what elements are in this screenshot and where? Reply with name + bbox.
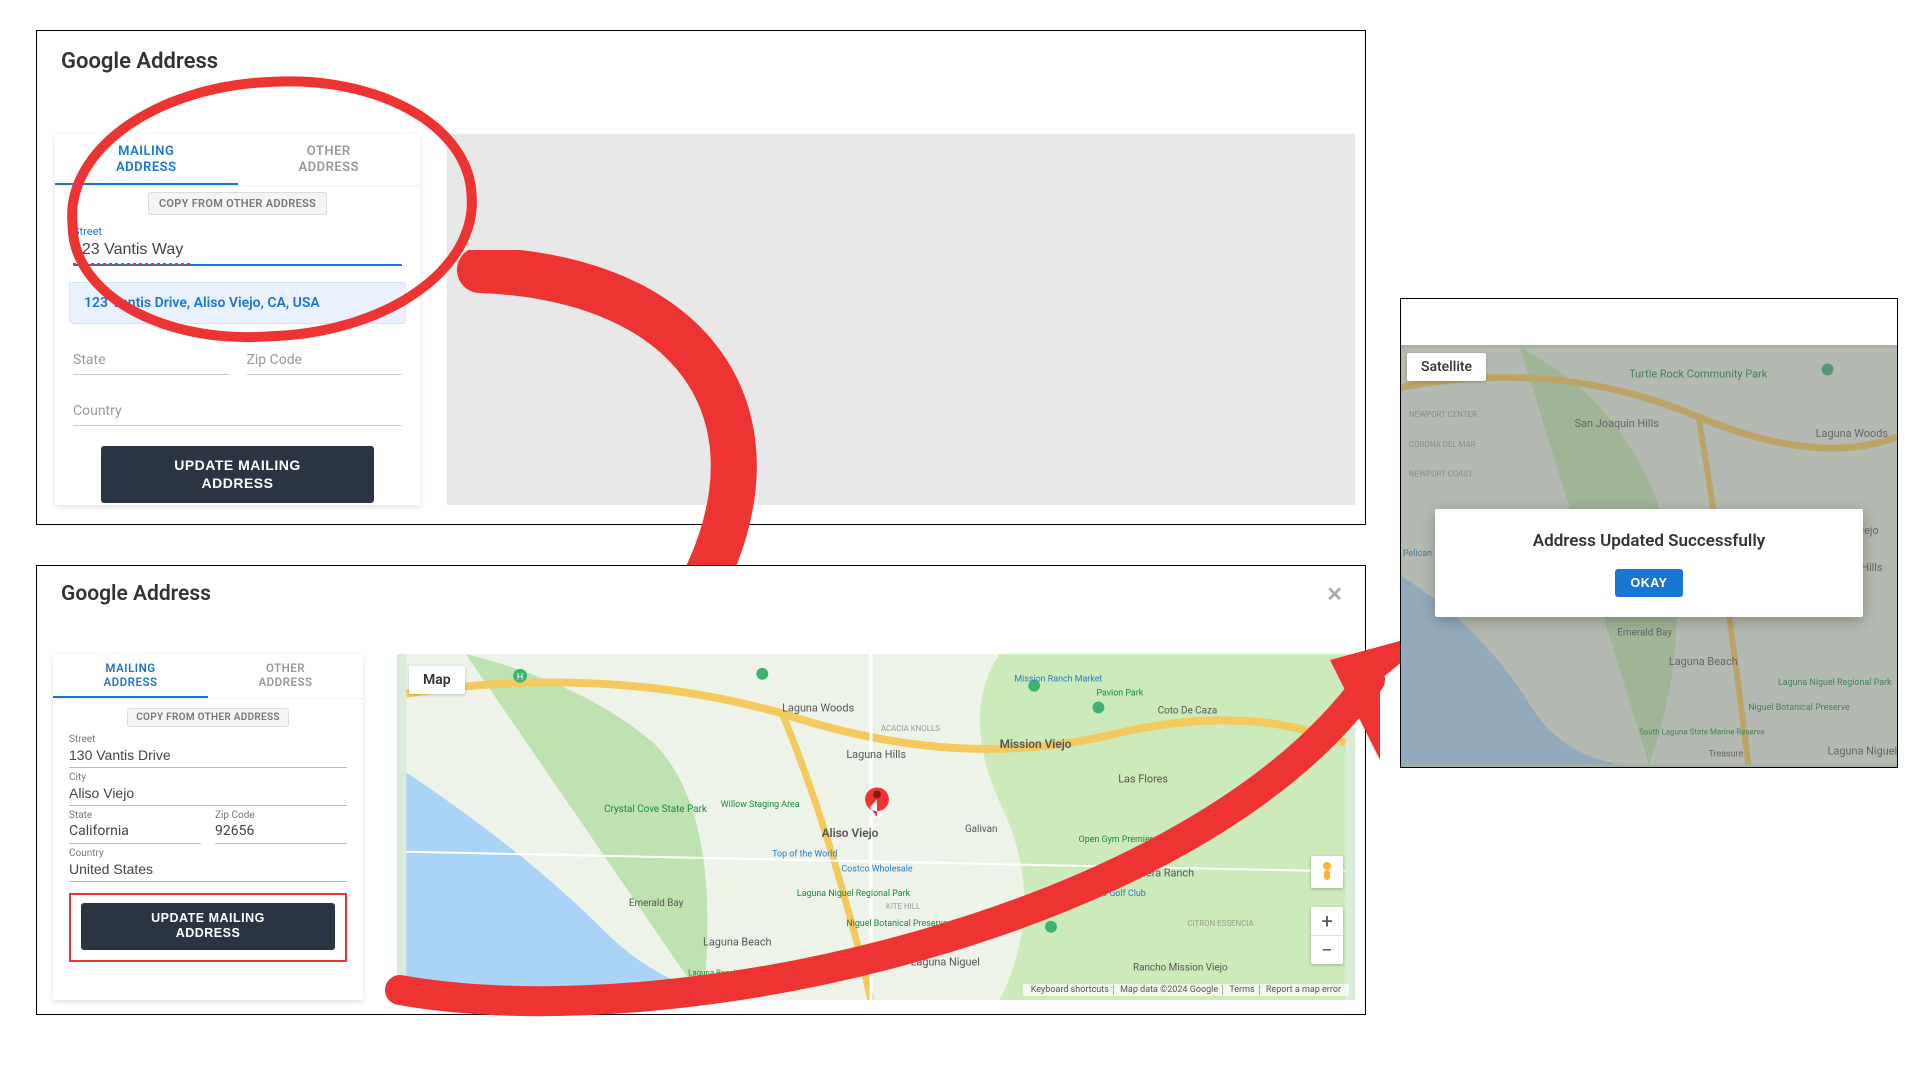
- annotation-highlight-box: UPDATE MAILING ADDRESS: [69, 893, 347, 962]
- country-field[interactable]: Country: [73, 403, 402, 426]
- modal-title: Address Updated Successfully: [1455, 531, 1843, 551]
- country-field: Country: [53, 845, 363, 883]
- svg-text:Laguna Beach State Marine Rese: Laguna Beach State Marine Reserve: [688, 968, 814, 977]
- svg-text:Pavion Park: Pavion Park: [1096, 689, 1143, 699]
- svg-text:Laguna Beach: Laguna Beach: [703, 936, 772, 949]
- okay-button[interactable]: OKAY: [1615, 569, 1684, 597]
- zoom-in-button[interactable]: +: [1311, 907, 1343, 935]
- street-label: Street: [69, 734, 347, 745]
- tab-other-address[interactable]: OTHER ADDRESS: [238, 134, 421, 185]
- svg-text:H: H: [517, 673, 523, 683]
- svg-text:Laguna Hills: Laguna Hills: [846, 748, 906, 761]
- update-mailing-address-button[interactable]: UPDATE MAILING ADDRESS: [101, 446, 374, 502]
- street-input[interactable]: [69, 745, 347, 768]
- map-data-text: Map data ©2024 Google: [1116, 985, 1223, 995]
- report-error-link[interactable]: Report a map error: [1262, 985, 1345, 995]
- satellite-button[interactable]: Satellite: [1407, 353, 1486, 381]
- update-mailing-address-button[interactable]: UPDATE MAILING ADDRESS: [81, 903, 335, 950]
- address-tabs: MAILING ADDRESS OTHER ADDRESS: [53, 654, 363, 699]
- country-input[interactable]: [69, 859, 347, 882]
- city-field: City: [53, 769, 363, 807]
- street-field: Street: [55, 219, 420, 268]
- map-placeholder: [447, 134, 1355, 505]
- address-editor-panel-step2: Google Address ✕ H: [36, 565, 1366, 1015]
- address-editor-panel-step1: Google Address MAILING ADDRESS OTHER ADD…: [36, 30, 1366, 525]
- address-tabs: MAILING ADDRESS OTHER ADDRESS: [55, 134, 420, 186]
- panel-title: Google Address: [37, 31, 1365, 88]
- svg-text:Niguel Botanical Preserve: Niguel Botanical Preserve: [846, 919, 947, 929]
- state-input[interactable]: California: [69, 821, 201, 844]
- state-label: State: [69, 810, 201, 821]
- autocomplete-suggestion[interactable]: 123 Vantis Drive, Aliso Viejo, CA, USA: [69, 282, 406, 324]
- tab-mailing-address[interactable]: MAILING ADDRESS: [53, 654, 208, 698]
- tab-mailing-address[interactable]: MAILING ADDRESS: [55, 134, 238, 185]
- copy-from-other-button[interactable]: COPY FROM OTHER ADDRESS: [127, 708, 289, 727]
- svg-text:Crystal Cove State Park: Crystal Cove State Park: [604, 804, 707, 815]
- map-type-button[interactable]: Map: [409, 666, 465, 694]
- svg-text:Emerald Bay: Emerald Bay: [629, 898, 684, 909]
- copy-from-other-button[interactable]: COPY FROM OTHER ADDRESS: [148, 192, 327, 215]
- svg-text:Coto De Caza: Coto De Caza: [1158, 705, 1218, 716]
- close-icon[interactable]: ✕: [1326, 582, 1343, 606]
- terms-link[interactable]: Terms: [1225, 985, 1259, 995]
- zip-input[interactable]: 92656: [215, 821, 347, 844]
- svg-text:Arroyo Trabuco Golf Club: Arroyo Trabuco Golf Club: [1047, 889, 1146, 899]
- tab-other-address[interactable]: OTHER ADDRESS: [208, 654, 363, 698]
- state-label: State: [73, 352, 229, 375]
- zoom-out-button[interactable]: −: [1311, 935, 1343, 964]
- svg-text:Top of the World: Top of the World: [772, 850, 837, 860]
- state-field[interactable]: State: [73, 352, 229, 375]
- street-label: Street: [73, 225, 402, 238]
- street-field: Street: [53, 731, 363, 769]
- success-modal-panel: Turtle Rock Community Park San Joaquin H…: [1400, 298, 1898, 768]
- google-logo: Google: [405, 981, 448, 996]
- zip-label: Zip Code: [215, 810, 347, 821]
- state-field: State California: [69, 810, 201, 844]
- panel-header-blank: [1401, 299, 1897, 345]
- svg-text:Rancho Mission Viejo: Rancho Mission Viejo: [1133, 962, 1228, 973]
- map-attribution: Keyboard shortcuts Map data ©2024 Google…: [1023, 984, 1349, 996]
- street-input[interactable]: [73, 238, 402, 266]
- svg-text:Laguna Niguel: Laguna Niguel: [911, 955, 980, 968]
- map-canvas: H Laguna Woods Laguna Hills Aliso Viejo …: [397, 654, 1355, 1000]
- zip-field[interactable]: Zip Code: [247, 352, 403, 375]
- zip-field: Zip Code 92656: [215, 810, 347, 844]
- city-label: City: [69, 772, 347, 783]
- svg-text:Las Flores: Las Flores: [1118, 773, 1168, 786]
- streetview-pegman[interactable]: [1311, 856, 1343, 888]
- svg-text:Galivan: Galivan: [965, 824, 997, 835]
- zip-label: Zip Code: [247, 352, 403, 375]
- svg-text:Laguna Niguel Regional Park: Laguna Niguel Regional Park: [797, 889, 911, 899]
- country-label: Country: [69, 848, 347, 859]
- svg-text:Mission Viejo: Mission Viejo: [1000, 737, 1072, 751]
- address-form-card: MAILING ADDRESS OTHER ADDRESS COPY FROM …: [53, 654, 363, 1000]
- country-label: Country: [73, 403, 402, 426]
- svg-text:Costco Wholesale: Costco Wholesale: [841, 864, 912, 874]
- panel-title: Google Address ✕: [37, 566, 1365, 618]
- svg-text:ACACIA KNOLLS: ACACIA KNOLLS: [881, 724, 940, 733]
- spellcheck-squiggle: [73, 263, 193, 265]
- svg-text:KITE HILL: KITE HILL: [886, 902, 921, 911]
- address-form-card: MAILING ADDRESS OTHER ADDRESS COPY FROM …: [55, 134, 420, 505]
- map-view[interactable]: H Laguna Woods Laguna Hills Aliso Viejo …: [397, 654, 1355, 1000]
- svg-text:Laguna Woods: Laguna Woods: [782, 701, 854, 714]
- svg-text:Willow Staging Area: Willow Staging Area: [721, 800, 800, 810]
- svg-text:CITRON ESSENCIA: CITRON ESSENCIA: [1187, 919, 1254, 928]
- success-modal: Address Updated Successfully OKAY: [1435, 509, 1863, 617]
- city-input[interactable]: [69, 783, 347, 806]
- svg-text:Mission Ranch Market: Mission Ranch Market: [1014, 675, 1102, 685]
- svg-text:Aliso Viejo: Aliso Viejo: [822, 826, 879, 840]
- keyboard-shortcuts-link[interactable]: Keyboard shortcuts: [1027, 985, 1114, 995]
- svg-text:Open Gym Premier - Ladera: Open Gym Premier - Ladera: [1079, 835, 1187, 845]
- svg-text:Ladera Ranch: Ladera Ranch: [1128, 866, 1194, 879]
- map-zoom-controls: + −: [1311, 907, 1343, 964]
